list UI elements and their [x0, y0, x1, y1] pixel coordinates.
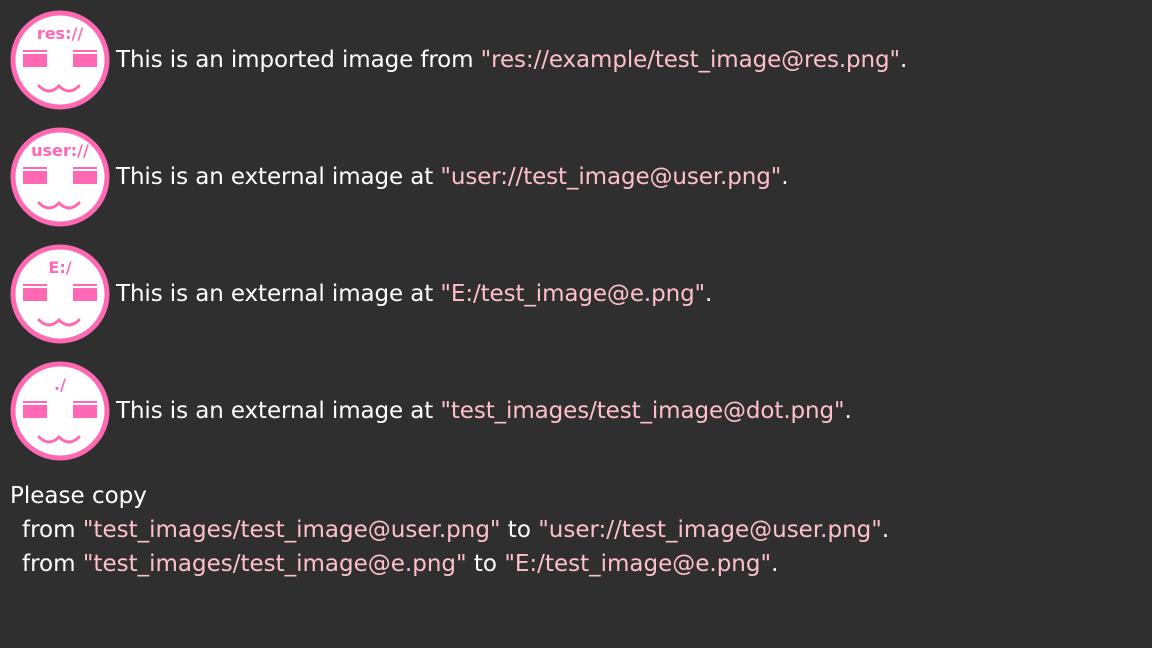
to-path: "E:/test_image@e.png": [504, 551, 772, 577]
description-suffix: .: [705, 281, 713, 307]
from-word: from: [22, 551, 83, 577]
to-path: "user://test_image@user.png": [538, 517, 882, 543]
description-suffix: .: [781, 164, 789, 190]
face-icon: E:/: [10, 244, 110, 344]
instructions-heading: Please copy: [10, 483, 147, 509]
to-word: to: [500, 517, 539, 543]
description-suffix: .: [900, 47, 908, 73]
copy-instructions: Please copy from "test_images/test_image@…: [10, 479, 889, 581]
description-prefix: This is an imported image from: [116, 47, 481, 73]
copy-line: from "test_images/test_image@user.png" t…: [10, 513, 889, 547]
image-path: "E:/test_image@e.png": [440, 281, 706, 307]
from-path: "test_images/test_image@user.png": [82, 517, 501, 543]
image-row-user: user:// This is an external image at "us…: [10, 127, 789, 227]
image-row-res: res:// This is an imported image from "r…: [10, 10, 907, 110]
image-row-dot: ./ This is an external image at "test_im…: [10, 361, 852, 461]
image-description: This is an external image at "test_image…: [116, 398, 852, 424]
to-word: to: [466, 551, 505, 577]
image-description: This is an imported image from "res://ex…: [116, 47, 907, 73]
line-suffix: .: [881, 517, 890, 543]
face-icon: ./: [10, 361, 110, 461]
image-description: This is an external image at "user://tes…: [116, 164, 789, 190]
image-path: "test_images/test_image@dot.png": [440, 398, 845, 424]
description-suffix: .: [844, 398, 852, 424]
from-path: "test_images/test_image@e.png": [82, 551, 467, 577]
description-prefix: This is an external image at: [116, 398, 441, 424]
line-suffix: .: [771, 551, 779, 577]
image-path: "user://test_image@user.png": [440, 164, 782, 190]
image-path: "res://example/test_image@res.png": [480, 47, 900, 73]
from-word: from: [22, 517, 83, 543]
face-icon: user://: [10, 127, 110, 227]
face-icon: res://: [10, 10, 110, 110]
copy-line: from "test_images/test_image@e.png" to "…: [10, 547, 889, 581]
icon-label: ./: [54, 375, 66, 394]
description-prefix: This is an external image at: [116, 281, 441, 307]
icon-label: user://: [31, 141, 89, 160]
icon-label: E:/: [48, 258, 71, 277]
image-row-e: E:/ This is an external image at "E:/tes…: [10, 244, 712, 344]
image-description: This is an external image at "E:/test_im…: [116, 281, 712, 307]
description-prefix: This is an external image at: [116, 164, 441, 190]
icon-label: res://: [37, 24, 84, 43]
